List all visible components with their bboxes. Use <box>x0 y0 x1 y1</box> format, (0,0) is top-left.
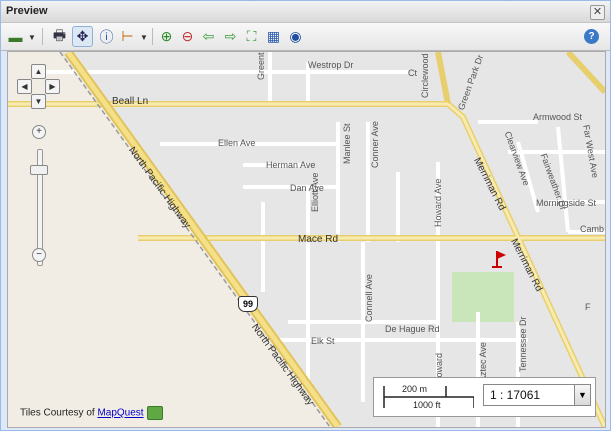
help-icon[interactable]: ? <box>584 29 599 44</box>
preview-window: Preview ✕ ▬ ▼ 🖶 ✥ ⓘ ⊢ ▼ ⊕ ⊖ ⇦ ⇨ ⛶ ▦ ◉ ? <box>0 0 611 431</box>
mapquest-link[interactable]: MapQuest <box>97 408 143 419</box>
mapquest-logo-icon <box>146 406 163 420</box>
pan-right-icon[interactable]: ▶ <box>45 79 60 94</box>
street-label: Morningside St <box>536 198 597 208</box>
street-label: Herman Ave <box>266 160 316 170</box>
street-label: Manlee St <box>342 123 352 164</box>
street-label: Beall Ln <box>112 96 149 107</box>
globe-icon[interactable]: ◉ <box>285 26 306 47</box>
back-arrow-icon[interactable]: ⇦ <box>198 26 219 47</box>
street-label: Ct <box>408 68 417 78</box>
street-label: De Hague Rd <box>385 324 440 334</box>
window-title: Preview <box>6 5 48 17</box>
street-label: Connell Ave <box>364 274 374 322</box>
pan-up-icon[interactable]: ▲ <box>31 64 46 79</box>
toolbar: ▬ ▼ 🖶 ✥ ⓘ ⊢ ▼ ⊕ ⊖ ⇦ ⇨ ⛶ ▦ ◉ ? <box>1 23 610 51</box>
street-label: Armwood St <box>533 112 583 122</box>
zoom-in-button[interactable]: + <box>32 125 46 139</box>
toolbar-separator <box>152 28 153 45</box>
route-shield: 99 <box>238 296 258 312</box>
zoom-extent-icon[interactable]: ⛶ <box>241 26 262 47</box>
attribution-text: Tiles Courtesy of <box>20 407 98 419</box>
print-icon[interactable]: 🖶 <box>49 26 70 47</box>
scale-select[interactable]: 1 : 17061 ▼ <box>483 384 591 406</box>
layers-icon[interactable]: ▬ <box>5 26 26 47</box>
street-label: Circlewood <box>420 53 430 98</box>
layers-dropdown-icon[interactable]: ▼ <box>28 33 36 42</box>
street-label: Mace Rd <box>298 234 339 245</box>
pan-down-icon[interactable]: ▼ <box>31 94 46 109</box>
scale-ratio: 1 : 17061 <box>490 388 541 402</box>
pan-icon[interactable]: ✥ <box>72 26 93 47</box>
street-label: Conner Ave <box>370 121 380 168</box>
map-viewport[interactable]: Westrop Dr Greentree Dr Circlewood Green… <box>7 51 606 428</box>
street-label: Greentree Dr <box>256 51 266 80</box>
street-label: Ellen Ave <box>218 138 256 148</box>
title-bar: Preview ✕ <box>1 1 610 23</box>
chevron-down-icon[interactable]: ▼ <box>574 385 590 405</box>
scale-bar <box>383 386 474 408</box>
measure-dropdown-icon[interactable]: ▼ <box>140 33 148 42</box>
table-icon[interactable]: ▦ <box>263 26 284 47</box>
zoom-out-button[interactable]: − <box>32 248 46 262</box>
street-label: Elk St <box>311 336 335 346</box>
forward-arrow-icon[interactable]: ⇨ <box>220 26 241 47</box>
pan-left-icon[interactable]: ◀ <box>17 79 32 94</box>
street-label: Howard Ave <box>433 178 443 227</box>
toolbar-separator <box>42 28 43 45</box>
zoom-out-icon[interactable]: ⊖ <box>177 26 198 47</box>
info-icon[interactable]: ⓘ <box>96 26 117 47</box>
scale-imperial-label: 1000 ft <box>413 400 441 410</box>
zoom-in-icon[interactable]: ⊕ <box>156 26 177 47</box>
street-label: Camb <box>580 224 605 234</box>
street-label: Tennessee Dr <box>518 316 528 372</box>
scale-panel: 200 m 1000 ft 1 : 17061 ▼ <box>373 377 596 417</box>
street-label: Elliott Ave <box>310 172 320 212</box>
zoom-slider-thumb[interactable] <box>30 165 48 175</box>
attribution: Tiles Courtesy of MapQuest <box>20 406 163 420</box>
close-icon[interactable]: ✕ <box>590 5 605 20</box>
street-label: Westrop Dr <box>308 60 354 70</box>
measure-icon[interactable]: ⊢ <box>117 26 138 47</box>
street-label: F <box>585 302 591 312</box>
